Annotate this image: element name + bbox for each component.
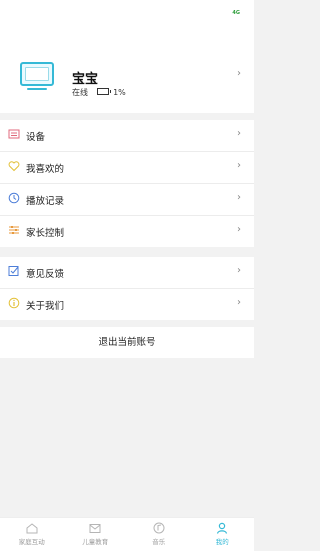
profile-name: 宝宝 [72, 72, 99, 87]
tab-music[interactable]: 音乐 [127, 518, 191, 551]
user-icon [217, 522, 228, 534]
home-icon [26, 523, 38, 534]
logout-button[interactable]: 退出当前账号 [0, 327, 254, 358]
menu-item-label: 播放记录 [26, 196, 65, 207]
menu-item-label: 设备 [26, 132, 46, 143]
menu-item-history[interactable]: 播放记录 › [0, 184, 254, 216]
device-list-icon [8, 129, 20, 139]
battery-level: 1% [113, 88, 126, 97]
menu-group-main: 设备 › 我喜欢的 › 播放记录 › 家长控制 › [0, 120, 254, 247]
menu-item-devices[interactable]: 设备 › [0, 120, 254, 152]
menu-item-label: 关于我们 [26, 301, 65, 312]
menu-item-label: 意见反馈 [26, 269, 65, 280]
tab-label: 音乐 [152, 538, 166, 546]
network-indicator: 4G [232, 10, 240, 16]
tab-label: 我的 [215, 538, 229, 546]
profile-card[interactable]: 宝宝 在线 1% › [0, 24, 254, 113]
clock-icon [8, 192, 20, 204]
info-icon [8, 297, 20, 309]
tablet-device-icon [20, 62, 54, 90]
tab-mine[interactable]: 我的 [191, 518, 255, 551]
chevron-right-icon: › [237, 160, 241, 171]
tab-label: 家庭互动 [18, 538, 45, 546]
feedback-icon [8, 266, 19, 276]
status-bar: 4G [0, 0, 254, 24]
menu-item-label: 家长控制 [26, 228, 65, 239]
chevron-right-icon: › [237, 192, 241, 203]
chevron-right-icon: › [237, 224, 241, 235]
profile-status-line: 在线 1% [72, 87, 126, 98]
menu-item-label: 我喜欢的 [26, 164, 65, 175]
sliders-icon [9, 226, 19, 234]
mail-icon [89, 524, 101, 533]
chevron-right-icon: › [237, 128, 241, 139]
menu-item-favorites[interactable]: 我喜欢的 › [0, 152, 254, 184]
menu-item-about[interactable]: 关于我们 › [0, 289, 254, 320]
online-status: 在线 [72, 88, 88, 97]
menu-item-feedback[interactable]: 意见反馈 › [0, 257, 254, 289]
music-icon [153, 522, 165, 534]
tab-label: 儿童教育 [82, 538, 109, 546]
bottom-tab-bar: 家庭互动 儿童教育 音乐 我的 [0, 517, 254, 551]
tab-family-interaction[interactable]: 家庭互动 [0, 518, 64, 551]
chevron-right-icon: › [237, 297, 241, 308]
tab-child-education[interactable]: 儿童教育 [64, 518, 128, 551]
menu-group-support: 意见反馈 › 关于我们 › [0, 257, 254, 320]
heart-icon [8, 161, 20, 172]
menu-item-parental-control[interactable]: 家长控制 › [0, 216, 254, 247]
chevron-right-icon: › [237, 265, 241, 276]
chevron-right-icon: › [237, 68, 241, 79]
battery-icon [96, 88, 111, 95]
